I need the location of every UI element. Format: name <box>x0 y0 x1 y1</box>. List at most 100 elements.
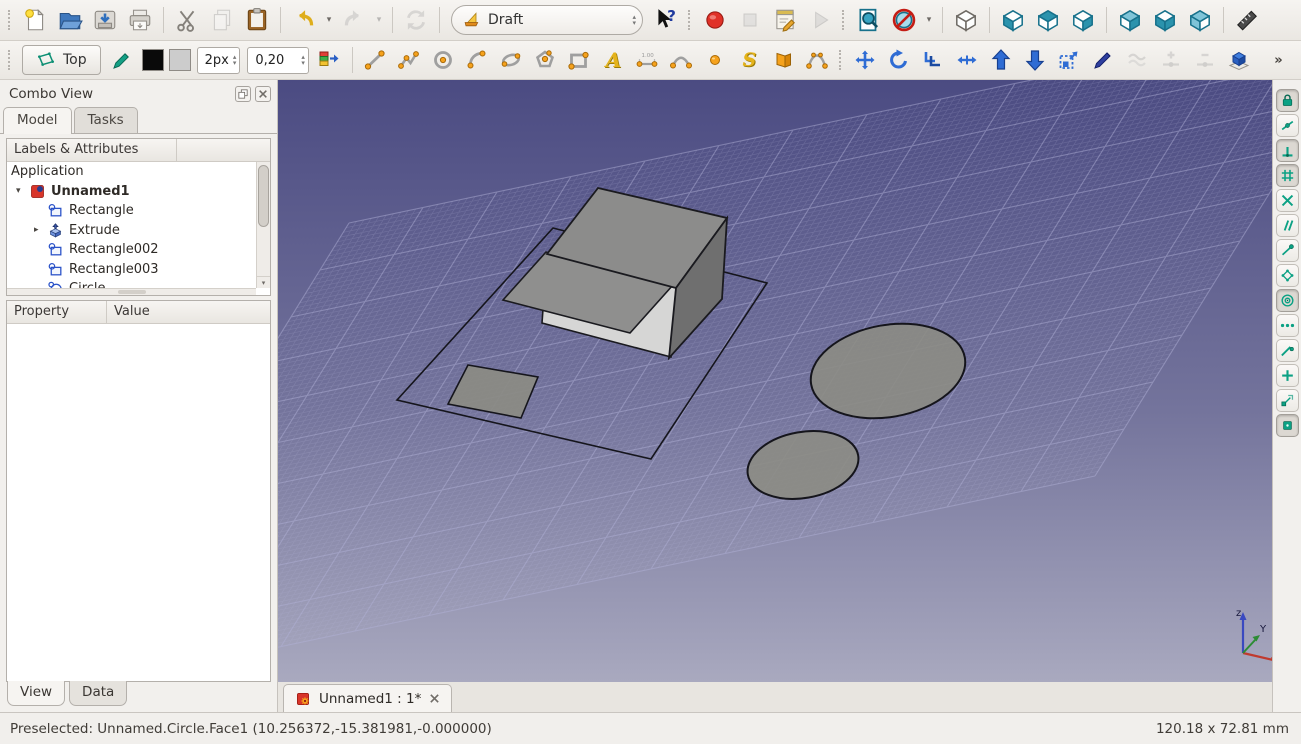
draft-ellipse[interactable] <box>495 45 528 75</box>
tree-item-rectangle003[interactable]: Rectangle003 <box>7 260 256 280</box>
tree-item-circle[interactable]: Circle <box>7 279 256 288</box>
tree-item-rectangle[interactable]: Rectangle <box>7 201 256 221</box>
snap-center[interactable] <box>1275 289 1299 312</box>
tab-model[interactable]: Model <box>3 107 72 134</box>
whats-this[interactable] <box>649 4 683 36</box>
face-color-swatch[interactable] <box>168 49 191 71</box>
document-tab-close-button[interactable] <box>429 693 440 704</box>
tree-item-application[interactable]: Application <box>7 162 256 182</box>
view-left[interactable] <box>1183 4 1217 36</box>
draw-style[interactable] <box>887 4 921 36</box>
working-plane-button[interactable]: Top <box>22 45 101 75</box>
scrollbar-down-arrow[interactable]: ▾ <box>257 276 270 288</box>
spin-arrows[interactable]: ▴ ▾ <box>632 14 636 27</box>
draft-scale[interactable] <box>1053 45 1086 75</box>
paste[interactable] <box>240 4 274 36</box>
fit-all[interactable] <box>852 4 886 36</box>
draft-circle[interactable] <box>427 45 460 75</box>
draft-move[interactable] <box>849 45 882 75</box>
panel-float-button[interactable] <box>235 86 251 102</box>
draft-rectangle[interactable] <box>563 45 596 75</box>
snap-lock[interactable] <box>1275 89 1299 112</box>
draft-upgrade[interactable] <box>985 45 1018 75</box>
draft-facebinder[interactable] <box>767 45 800 75</box>
scrollbar-grip[interactable] <box>117 290 146 294</box>
undo-dropdown[interactable]: ▾ <box>322 4 336 36</box>
undo[interactable] <box>287 4 321 36</box>
workbench-selector[interactable]: Draft ▴ ▾ <box>451 5 643 35</box>
snap-special[interactable] <box>1275 264 1299 287</box>
draft-bspline[interactable] <box>665 45 698 75</box>
draw-style-dropdown[interactable]: ▾ <box>922 4 936 36</box>
snap-intersection[interactable] <box>1275 189 1299 212</box>
macro-play[interactable] <box>803 4 837 36</box>
snap-parallel[interactable] <box>1275 214 1299 237</box>
draft-polygon[interactable] <box>529 45 562 75</box>
snap-endpoint[interactable] <box>1275 239 1299 262</box>
3d-viewport[interactable]: z Y x <box>278 80 1272 682</box>
redo-dropdown[interactable]: ▾ <box>372 4 386 36</box>
draft-arc[interactable] <box>461 45 494 75</box>
snap-dimensions[interactable] <box>1275 389 1299 412</box>
draft-shapestring[interactable]: S <box>733 45 766 75</box>
tab-tasks[interactable]: Tasks <box>73 107 138 133</box>
draft-edit[interactable] <box>1087 45 1120 75</box>
cut[interactable] <box>170 4 204 36</box>
snap-grid[interactable] <box>1275 164 1299 187</box>
document-tab[interactable]: Unnamed1 : 1* <box>283 684 453 712</box>
toolbar-overflow[interactable]: » <box>1264 45 1297 75</box>
draft-rotate[interactable] <box>883 45 916 75</box>
open-document[interactable] <box>53 4 87 36</box>
view-axonometric[interactable] <box>949 4 983 36</box>
tree-vertical-scrollbar[interactable]: ▾ <box>256 162 270 288</box>
draft-dimension[interactable] <box>631 45 664 75</box>
draft-text[interactable]: A <box>597 45 630 75</box>
macro-edit[interactable] <box>768 4 802 36</box>
value-column-header[interactable]: Value <box>107 301 270 323</box>
view-top[interactable] <box>1031 4 1065 36</box>
line-color-swatch[interactable] <box>141 49 164 71</box>
draft-wire-to-bspline[interactable] <box>1121 45 1154 75</box>
draft-add-point[interactable] <box>1155 45 1188 75</box>
expander-icon[interactable]: ▸ <box>34 225 47 235</box>
spin-arrows[interactable]: ▴ ▾ <box>233 54 237 67</box>
draft-polyline[interactable] <box>393 45 426 75</box>
macro-record[interactable] <box>698 4 732 36</box>
draft-bezier[interactable] <box>801 45 834 75</box>
redo[interactable] <box>337 4 371 36</box>
draft-to-sketch[interactable] <box>1223 45 1256 75</box>
refresh[interactable] <box>399 4 433 36</box>
tree-horizontal-scrollbar[interactable] <box>7 288 256 295</box>
draft-delete-point[interactable] <box>1189 45 1222 75</box>
snap-ortho[interactable] <box>1275 414 1299 437</box>
scrollbar-thumb[interactable] <box>258 165 269 227</box>
line-width-spin[interactable]: 2px ▴ ▾ <box>196 46 241 74</box>
property-column-header[interactable]: Property <box>7 301 107 323</box>
snap-extension[interactable] <box>1275 364 1299 387</box>
measure-distance[interactable] <box>1230 4 1264 36</box>
snap-midpoint[interactable] <box>1275 114 1299 137</box>
view-rear[interactable] <box>1113 4 1147 36</box>
viewport-canvas[interactable]: z Y x <box>278 80 1272 682</box>
new-document[interactable] <box>18 4 52 36</box>
tree-item-extrude[interactable]: ▸ Extrude <box>7 221 256 241</box>
tab-data[interactable]: Data <box>69 681 128 706</box>
save-document[interactable] <box>88 4 122 36</box>
spin-arrows[interactable]: ▴ ▾ <box>301 54 305 67</box>
snap-near[interactable] <box>1275 314 1299 337</box>
snap-perpendicular[interactable] <box>1275 139 1299 162</box>
draft-trimex[interactable] <box>951 45 984 75</box>
tree-item-rectangle002[interactable]: Rectangle002 <box>7 240 256 260</box>
macro-stop[interactable] <box>733 4 767 36</box>
draft-line[interactable] <box>359 45 392 75</box>
view-right[interactable] <box>1066 4 1100 36</box>
tab-view[interactable]: View <box>7 681 66 706</box>
copy[interactable] <box>205 4 239 36</box>
scale-spin[interactable]: 0,20 ▴ ▾ <box>247 46 309 74</box>
apply-style[interactable] <box>313 45 346 75</box>
snap-angle[interactable] <box>1275 339 1299 362</box>
print[interactable] <box>123 4 157 36</box>
draft-offset[interactable] <box>917 45 950 75</box>
expander-icon[interactable]: ▾ <box>16 186 29 196</box>
panel-close-button[interactable] <box>255 86 271 102</box>
